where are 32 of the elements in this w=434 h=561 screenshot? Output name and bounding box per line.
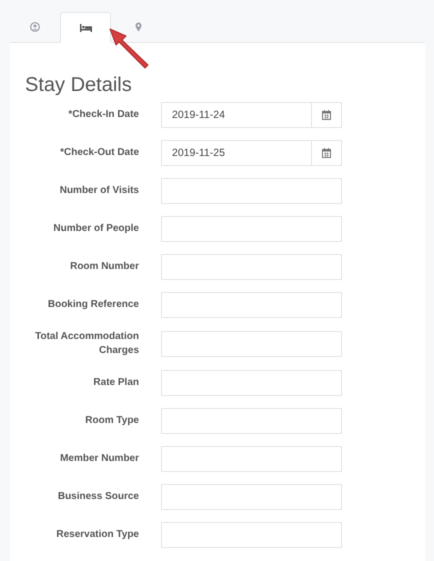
- input-field[interactable]: [161, 292, 342, 318]
- field-label: Member Number: [59, 452, 139, 466]
- input-field[interactable]: [161, 178, 342, 204]
- input-field[interactable]: [161, 370, 342, 396]
- field-label: Booking Reference: [46, 298, 139, 312]
- field-label: Reservation Type: [55, 528, 139, 542]
- map-pin-icon: [135, 22, 142, 32]
- calendar-button[interactable]: [312, 140, 342, 166]
- bed-icon: [80, 24, 92, 32]
- input-field[interactable]: [161, 254, 342, 280]
- field-label: Room Type: [84, 414, 139, 428]
- calendar-icon: [322, 148, 331, 158]
- input-field[interactable]: [161, 331, 342, 357]
- date-field[interactable]: 2019-11-25: [161, 140, 312, 166]
- field-label: Business Source: [56, 490, 139, 504]
- date-field[interactable]: 2019-11-24: [161, 102, 312, 128]
- input-field[interactable]: [161, 522, 342, 548]
- field-label: *Check-In Date: [67, 108, 139, 122]
- input-field[interactable]: [161, 446, 342, 472]
- field-label: *Check-Out Date: [59, 146, 139, 160]
- user-icon: [30, 22, 40, 32]
- calendar-icon: [322, 110, 331, 120]
- section-title: Stay Details: [25, 73, 133, 98]
- calendar-button[interactable]: [312, 102, 342, 128]
- field-label: Number of People: [52, 222, 139, 236]
- input-field[interactable]: [161, 408, 342, 434]
- input-field[interactable]: [161, 216, 342, 242]
- field-label: Total Accommodation Charges: [34, 330, 139, 358]
- field-label: Rate Plan: [92, 376, 139, 390]
- field-label: Room Number: [69, 260, 139, 274]
- field-label: Number of Visits: [58, 184, 139, 198]
- input-field[interactable]: [161, 484, 342, 510]
